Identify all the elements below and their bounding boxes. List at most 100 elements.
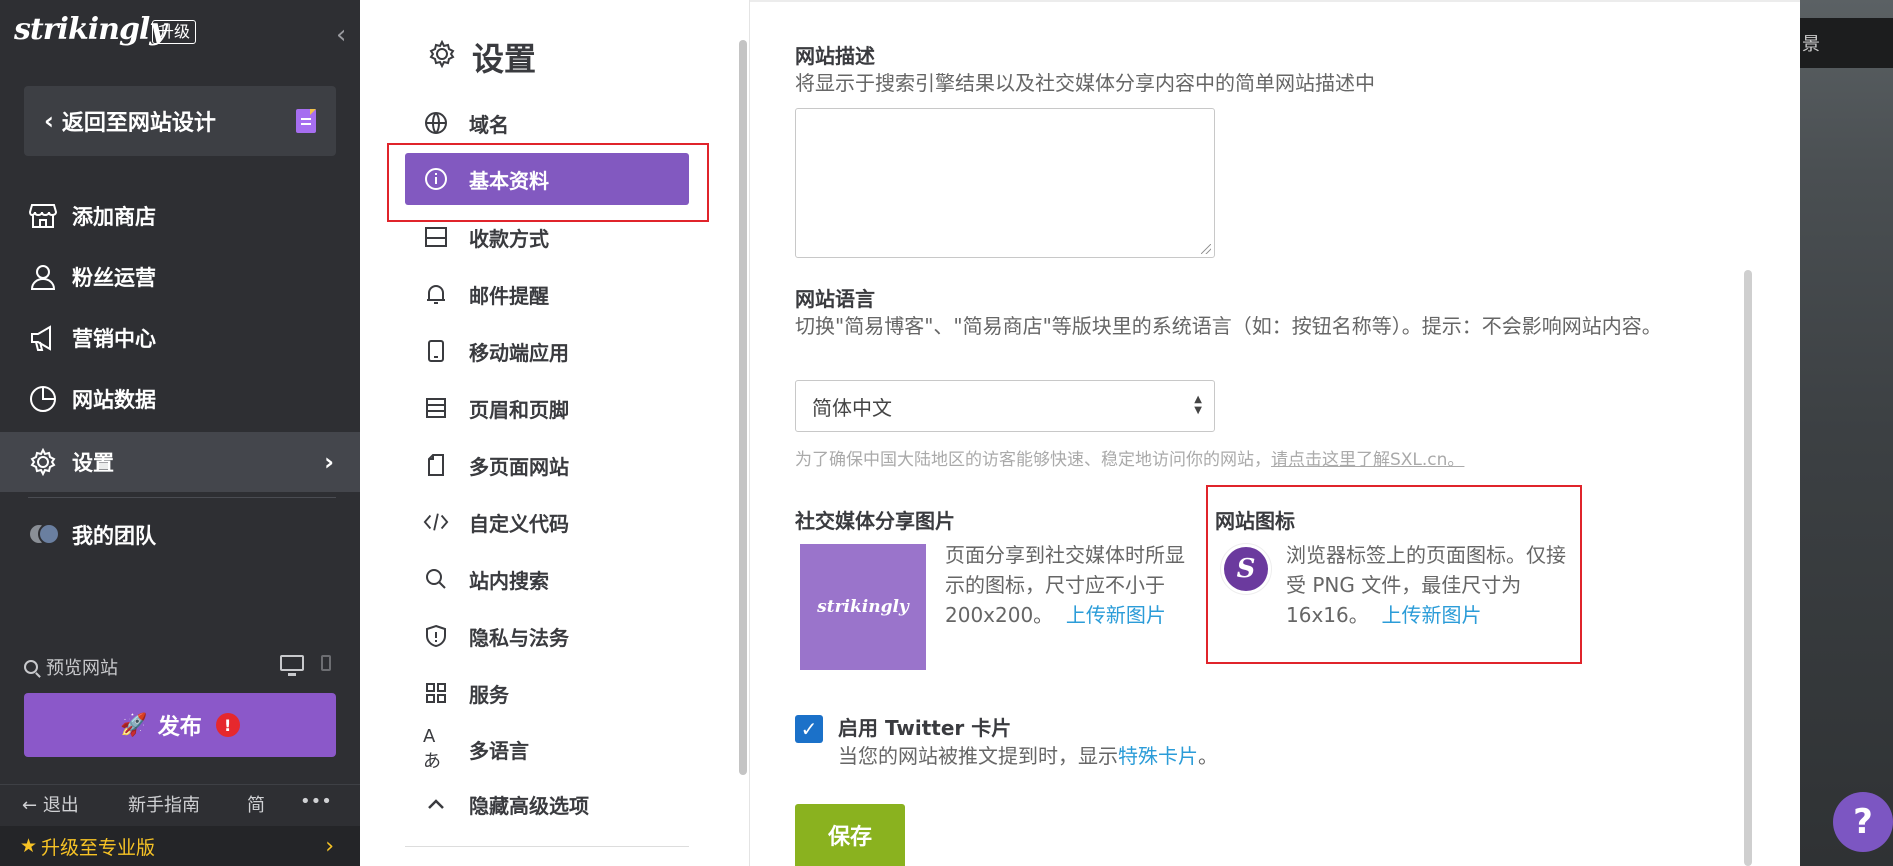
menu-label: 多页面网站: [469, 454, 569, 479]
settings-menu-domain[interactable]: 域名: [405, 97, 689, 149]
special-card-link[interactable]: 特殊卡片: [1118, 744, 1198, 768]
shield-icon: [423, 623, 449, 649]
mobile-icon[interactable]: [321, 655, 331, 671]
menu-label: 服务: [469, 682, 509, 707]
menu-label: 域名: [469, 112, 509, 137]
help-button[interactable]: ?: [1833, 792, 1893, 852]
sidebar-item-label: 我的团队: [72, 524, 156, 548]
settings-menu-header-footer[interactable]: 页眉和页脚: [405, 382, 689, 434]
settings-menu-custom-code[interactable]: 自定义代码: [405, 496, 689, 548]
china-access-text: 为了确保中国大陆地区的访客能够快速、稳定地访问你的网站，: [795, 450, 1271, 470]
pie-chart-icon: [28, 384, 58, 414]
upgrade-pro-bar[interactable]: ★ 升级至专业版 ›: [0, 826, 360, 866]
bell-icon: [423, 281, 449, 307]
language-switch[interactable]: 简: [247, 791, 265, 817]
exit-link[interactable]: ← 退出: [22, 791, 79, 817]
team-avatar-icon: [28, 520, 60, 550]
settings-menu-site-search[interactable]: 站内搜索: [405, 553, 689, 605]
chevron-up-icon: [423, 791, 449, 817]
document-icon: [296, 109, 316, 133]
menu-label: 页眉和页脚: [469, 397, 569, 422]
publish-button[interactable]: 🚀 发布 !: [24, 693, 336, 757]
sidebar-item-label: 网站数据: [72, 388, 156, 412]
twitter-card-hint: 当您的网站被推文提到时，显示特殊卡片。: [838, 741, 1218, 771]
search-icon: [423, 566, 449, 592]
publish-label: 发布: [157, 715, 202, 740]
site-language-label: 网站语言: [795, 287, 875, 311]
sidebar-item-marketing[interactable]: 营销中心: [0, 308, 360, 368]
back-to-design-button[interactable]: ‹ 返回至网站设计: [24, 86, 336, 156]
select-arrows-icon: ▲ ▼: [1194, 394, 1202, 416]
favicon-letter: S: [1224, 547, 1268, 591]
site-description-label: 网站描述: [795, 44, 875, 68]
settings-scrollbar[interactable]: [739, 40, 747, 775]
exit-label: 退出: [42, 795, 79, 816]
settings-menu-hide-advanced[interactable]: 隐藏高级选项: [405, 778, 689, 830]
sxl-cn-link[interactable]: 请点击这里了解SXL.cn。: [1271, 450, 1464, 470]
share-image-upload-link[interactable]: 上传新图片: [1066, 603, 1166, 627]
sidebar-item-store[interactable]: 添加商店: [0, 186, 360, 246]
settings-menu-services[interactable]: 服务: [405, 667, 689, 719]
site-language-value: 简体中文: [812, 395, 892, 420]
preview-label: 预览网站: [46, 658, 118, 679]
favicon-label: 网站图标: [1215, 509, 1295, 533]
store-icon: [28, 201, 58, 231]
menu-label: 多语言: [469, 738, 529, 763]
favicon-preview[interactable]: S: [1220, 543, 1272, 595]
share-image-thumbnail[interactable]: strikingly: [800, 544, 926, 670]
chevron-right-icon: ›: [324, 448, 334, 476]
upgrade-tag[interactable]: 升级: [152, 20, 197, 44]
language-icon: Aあ: [423, 725, 441, 772]
twitter-card-checkbox[interactable]: ✓: [795, 715, 823, 743]
menu-label: 自定义代码: [469, 511, 569, 536]
site-description-hint: 将显示于搜索引擎结果以及社交媒体分享内容中的简单网站描述中: [795, 71, 1375, 95]
grid-icon: [423, 680, 449, 706]
twitter-card-hint-end: 。: [1198, 744, 1218, 768]
form-scrollbar[interactable]: [1744, 270, 1752, 866]
settings-menu-privacy[interactable]: 隐私与法务: [405, 610, 689, 662]
guide-link[interactable]: 新手指南: [128, 791, 200, 817]
save-button[interactable]: 保存: [795, 804, 905, 866]
settings-title-label: 设置: [472, 40, 537, 78]
audience-icon: [28, 262, 58, 292]
collapse-sidebar-icon[interactable]: ‹: [336, 20, 346, 50]
sidebar-item-settings[interactable]: 设置 ›: [0, 432, 360, 492]
sidebar-item-team[interactable]: 我的团队: [0, 505, 360, 565]
sidebar-item-label: 营销中心: [72, 327, 156, 351]
settings-menu-multipage[interactable]: 多页面网站: [405, 439, 689, 491]
more-icon[interactable]: •••: [300, 791, 332, 812]
settings-menu-email[interactable]: 邮件提醒: [405, 268, 689, 320]
favicon-hint: 浏览器标签上的页面图标。仅接受 PNG 文件，最佳尺寸为 16x16。 上传新图…: [1286, 540, 1566, 630]
settings-menu-payment[interactable]: 收款方式: [405, 211, 689, 263]
back-button-label: 返回至网站设计: [61, 111, 216, 136]
header-footer-icon: [423, 395, 449, 421]
chevron-left-icon: ‹: [44, 107, 54, 135]
share-image-hint: 页面分享到社交媒体时所显示的图标，尺寸应不小于200x200。 上传新图片: [945, 540, 1195, 630]
basic-info-form: 网站描述 将显示于搜索引擎结果以及社交媒体分享内容中的简单网站描述中 网站语言 …: [750, 0, 1800, 866]
sidebar-bottom-bar: ← 退出 新手指南 简 •••: [0, 784, 360, 818]
chevron-right-icon: ›: [325, 833, 334, 859]
site-description-input[interactable]: [795, 108, 1215, 258]
sidebar-item-audience[interactable]: 粉丝运营: [0, 247, 360, 307]
sidebar-item-analytics[interactable]: 网站数据: [0, 369, 360, 429]
megaphone-icon: [28, 323, 58, 353]
alert-badge: !: [215, 713, 240, 737]
settings-menu-multilanguage[interactable]: Aあ 多语言: [405, 723, 689, 775]
menu-label: 收款方式: [469, 226, 549, 251]
preview-site-link[interactable]: 预览网站: [24, 654, 118, 680]
desktop-icon[interactable]: [280, 655, 304, 676]
strikingly-logo[interactable]: strikingly: [14, 12, 167, 47]
sidebar-item-label: 粉丝运营: [72, 266, 156, 290]
upgrade-pro-label: 升级至专业版: [41, 836, 156, 859]
menu-label: 站内搜索: [469, 568, 549, 593]
preview-topbar: 景: [1800, 18, 1893, 68]
favicon-upload-link[interactable]: 上传新图片: [1381, 603, 1481, 627]
code-icon: [423, 509, 449, 535]
settings-panel: 设置 域名 基本资料 收款方式 邮件提醒 移动端应用 页眉和页脚 多页面网站 自…: [360, 0, 750, 866]
menu-label: 邮件提醒: [469, 283, 549, 308]
sidebar-divider: [28, 497, 336, 498]
twitter-card-label: 启用 Twitter 卡片: [838, 716, 1012, 740]
settings-menu-mobile-app[interactable]: 移动端应用: [405, 325, 689, 377]
search-icon: [24, 660, 38, 674]
site-language-select[interactable]: 简体中文 ▲ ▼: [795, 380, 1215, 432]
